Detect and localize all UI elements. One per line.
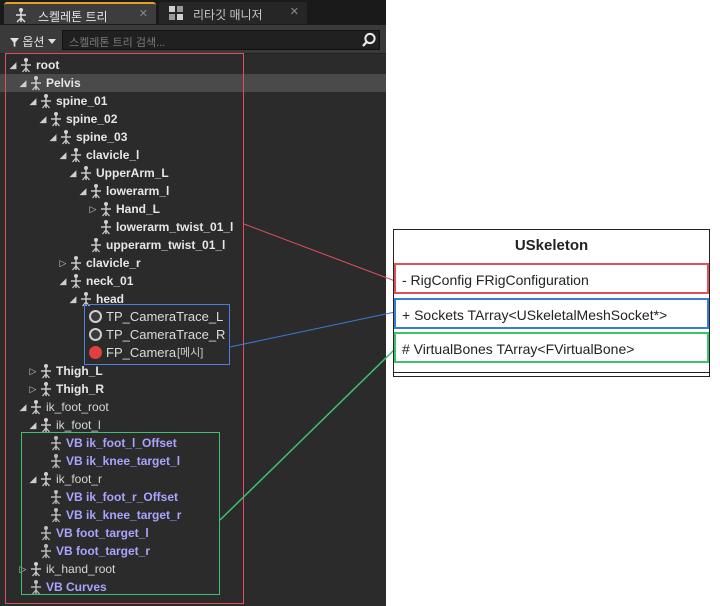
search-placeholder: 스켈레톤 트리 검색... [69, 37, 166, 49]
uml-field-rig-config: - RigConfig FRigConfiguration [394, 263, 709, 294]
search-input[interactable]: 스켈레톤 트리 검색... [62, 30, 380, 50]
options-dropdown[interactable]: 옵션 [10, 33, 56, 50]
uml-field-virtual-bones: # VirtualBones TArray<FVirtualBone> [394, 332, 709, 363]
tab-skeleton-tree[interactable]: 스켈레톤 트리 ✕ [4, 2, 156, 24]
tab-label: 스켈레톤 트리 [38, 10, 108, 24]
sockets-highlight-box [84, 304, 230, 365]
chevron-down-icon [47, 39, 56, 44]
close-tab-icon[interactable]: ✕ [139, 7, 148, 20]
retarget-manager-icon [169, 6, 183, 20]
skeleton-tree-icon [16, 8, 26, 23]
uml-field-sockets: + Sockets TArray<USkeletalMeshSocket*> [394, 298, 709, 329]
filter-icon [10, 38, 19, 47]
tab-retarget-manager[interactable]: 리타깃 매니저 ✕ [159, 2, 307, 24]
uml-class-title: USkeleton [514, 237, 589, 254]
search-icon[interactable] [361, 32, 377, 48]
virtual-bones-highlight-box [21, 432, 220, 595]
close-tab-icon[interactable]: ✕ [290, 5, 299, 18]
tab-label: 리타깃 매니저 [193, 8, 263, 22]
uml-divider [393, 372, 710, 373]
options-label: 옵션 [22, 35, 45, 49]
uml-class-box: USkeleton - RigConfig FRigConfiguration … [393, 229, 710, 377]
tab-bar: 스켈레톤 트리 ✕ 리타깃 매니저 ✕ [0, 0, 386, 25]
